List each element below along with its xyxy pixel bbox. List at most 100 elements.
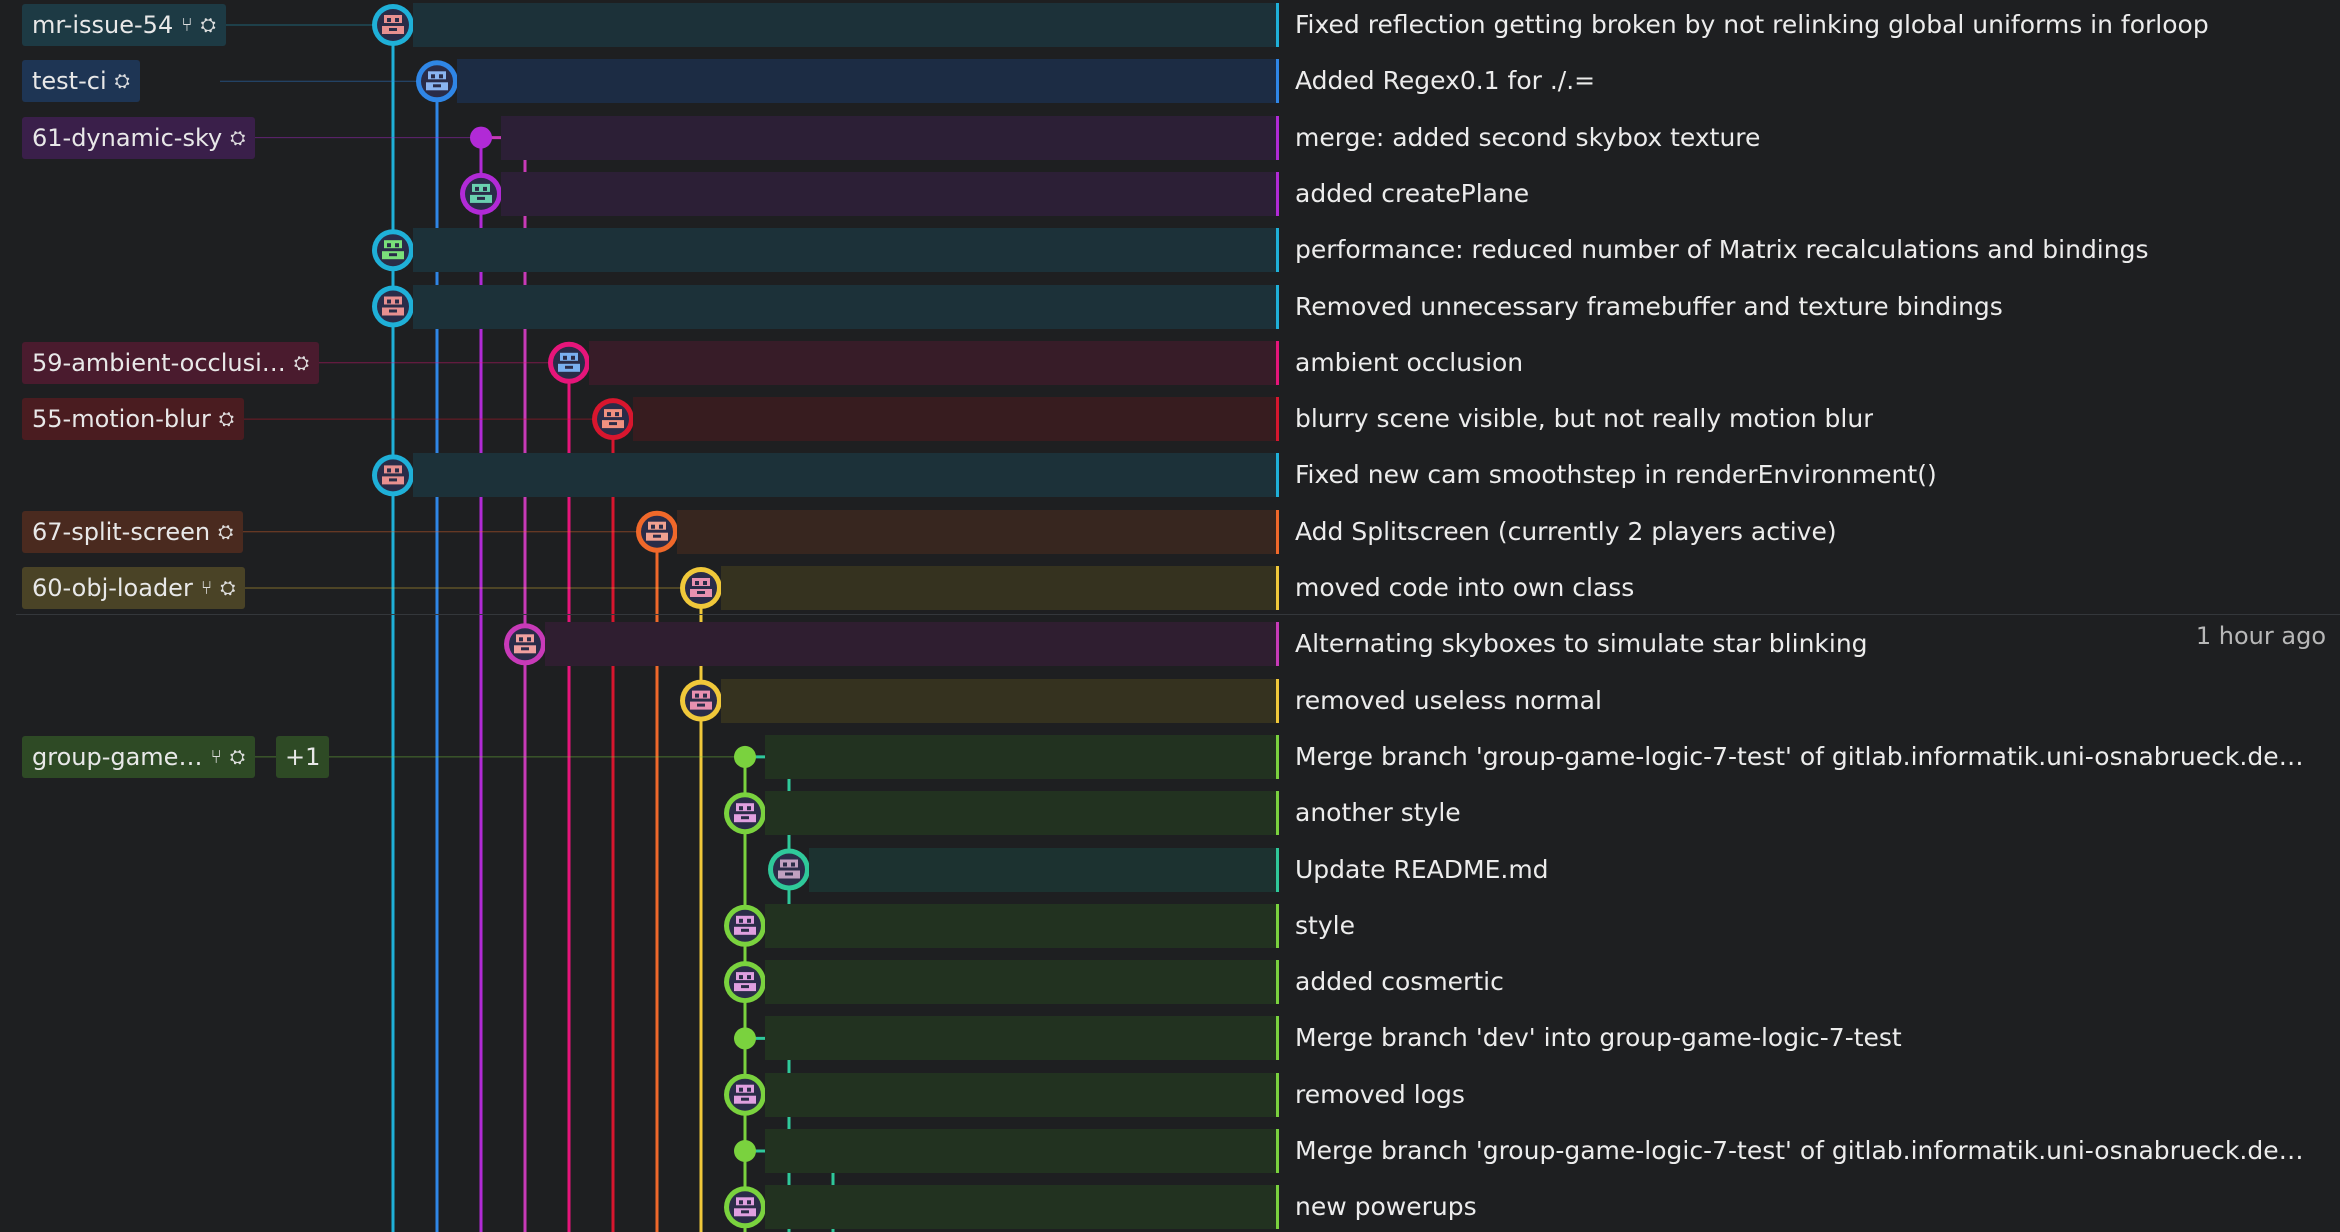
commit-row-highlight (765, 791, 1278, 836)
avatar-pixel (739, 975, 743, 980)
avatar-pixel (741, 816, 749, 820)
avatar-pixel (563, 355, 567, 360)
avatar-pixel (739, 918, 743, 923)
avatar-pixel (384, 15, 402, 23)
commit-message[interactable]: added createPlane (1295, 172, 1529, 216)
commit-message[interactable]: Fixed new cam smoothstep in renderEnviro… (1295, 453, 1937, 497)
commit-message[interactable]: added cosmertic (1295, 960, 1504, 1004)
commit-message[interactable]: Merge branch 'dev' into group-game-logic… (1295, 1016, 1902, 1060)
commit-row-color-bar (1276, 3, 1279, 47)
branch-name: 59-ambient-occlusi… (32, 348, 286, 377)
avatar-pixel (565, 365, 573, 369)
avatar-pixel (739, 806, 743, 811)
commit-row-highlight (501, 171, 1278, 216)
avatar-pixel (387, 243, 391, 248)
avatar-pixel (384, 465, 402, 474)
commit-row-color-bar (1276, 734, 1279, 779)
commit-row-highlight (589, 340, 1278, 385)
branch-name: mr-issue-54 (32, 11, 174, 39)
commit-row-color-bar (1276, 1072, 1279, 1117)
avatar-pixel (741, 928, 749, 932)
avatar-pixel (692, 578, 710, 586)
avatar-pixel (384, 296, 402, 305)
commit-message[interactable]: removed logs (1295, 1073, 1465, 1117)
avatar-pixel (472, 183, 490, 192)
avatar-pixel (609, 422, 617, 426)
commit-avatar (377, 290, 409, 323)
commit-message[interactable]: Removed unnecessary framebuffer and text… (1295, 285, 2003, 329)
commit-message[interactable]: another style (1295, 791, 1461, 835)
avatar-pixel (747, 806, 751, 811)
commit-avatar (421, 65, 453, 98)
branch-ref-label[interactable]: 55-motion-blur ⛭ (22, 398, 245, 441)
commit-row-highlight (413, 284, 1278, 329)
avatar-pixel (791, 862, 795, 867)
commit-row-highlight (765, 1129, 1278, 1173)
commit-message[interactable]: Update README.md (1295, 848, 1549, 892)
merge-commit-dot (734, 745, 756, 768)
commit-message[interactable]: blurry scene visible, but not really mot… (1295, 397, 1873, 441)
avatar-pixel (389, 309, 397, 313)
commit-row-highlight (501, 115, 1278, 160)
avatar-pixel (703, 581, 707, 585)
commit-avatar (641, 515, 673, 548)
commit-message[interactable]: ambient occlusion (1295, 341, 1523, 385)
commit-avatar (597, 403, 629, 436)
branch-ref-label[interactable]: test-ci ⛭ (22, 60, 140, 103)
avatar-pixel (389, 253, 397, 257)
commit-avatar (729, 1078, 761, 1111)
commit-row-highlight (809, 847, 1278, 892)
avatar-pixel (428, 71, 446, 80)
commit-avatar (729, 1191, 761, 1224)
commit-row-color-bar (1276, 509, 1279, 554)
branch-ref-label[interactable]: group-game… ⑂ ⛭ (22, 735, 256, 778)
branch-ref-label[interactable]: mr-issue-54 ⑂ ⛭ (22, 4, 226, 46)
commit-row-color-bar (1276, 340, 1279, 385)
gitlab-icon: ⛭ (229, 745, 246, 768)
avatar-pixel (387, 468, 391, 473)
commit-row-highlight (413, 453, 1278, 498)
avatar-pixel (695, 693, 699, 698)
branch-name: 60-obj-loader (32, 574, 193, 602)
commit-message[interactable]: Add Splitscreen (currently 2 players act… (1295, 510, 1837, 554)
commit-message[interactable]: Added Regex0.1 for ./.= (1295, 59, 1595, 103)
avatar-pixel (527, 637, 531, 642)
commit-row-highlight (677, 509, 1278, 554)
branch-ref-label[interactable]: 61-dynamic-sky ⛭ (22, 116, 256, 159)
commit-row-color-bar (1276, 903, 1279, 948)
avatar-pixel (521, 647, 529, 651)
commit-row-highlight (765, 1016, 1278, 1061)
commit-row-highlight (765, 1185, 1278, 1230)
avatar-pixel (736, 915, 754, 924)
gitlab-icon: ⛭ (200, 14, 216, 36)
commit-avatar (465, 177, 497, 210)
commit-message[interactable]: Fixed reflection getting broken by not r… (1295, 3, 2209, 47)
branch-ref-label[interactable]: 59-ambient-occlusi… ⛭ (22, 341, 320, 384)
commit-row-highlight (765, 903, 1278, 948)
gitlab-icon: ⛭ (293, 351, 310, 374)
avatar-pixel (785, 872, 793, 876)
commit-message[interactable]: Merge branch 'group-game-logic-7-test' o… (1295, 735, 2310, 779)
commit-message[interactable]: moved code into own class (1295, 566, 1634, 610)
branch-curve (745, 755, 791, 928)
avatar-pixel (395, 299, 399, 304)
commit-message[interactable]: removed useless normal (1295, 679, 1602, 723)
avatar-pixel (477, 196, 485, 200)
avatar-pixel (395, 243, 399, 248)
more-refs-badge[interactable]: +1 (276, 735, 330, 778)
commit-message[interactable]: Merge branch 'group-game-logic-7-test' o… (1295, 1129, 2310, 1173)
commit-message[interactable]: performance: reduced number of Matrix re… (1295, 228, 2149, 272)
gitlab-icon: ⛭ (230, 126, 246, 149)
commit-message[interactable]: new powerups (1295, 1185, 1477, 1229)
branch-ref-label[interactable]: 60-obj-loader ⑂ ⛭ (22, 567, 246, 609)
commit-message[interactable]: merge: added second skybox texture (1295, 116, 1760, 160)
commit-avatar (685, 684, 717, 717)
commit-row-color-bar (1276, 791, 1279, 836)
commit-message[interactable]: style (1295, 904, 1355, 948)
avatar-pixel (648, 521, 666, 530)
commit-avatar (729, 909, 761, 942)
branch-ref-label[interactable]: 67-split-screen ⛭ (22, 510, 244, 553)
commit-message[interactable]: Alternating skyboxes to simulate star bl… (1295, 622, 1868, 666)
avatar-pixel (695, 581, 699, 585)
commit-avatar (729, 966, 761, 999)
